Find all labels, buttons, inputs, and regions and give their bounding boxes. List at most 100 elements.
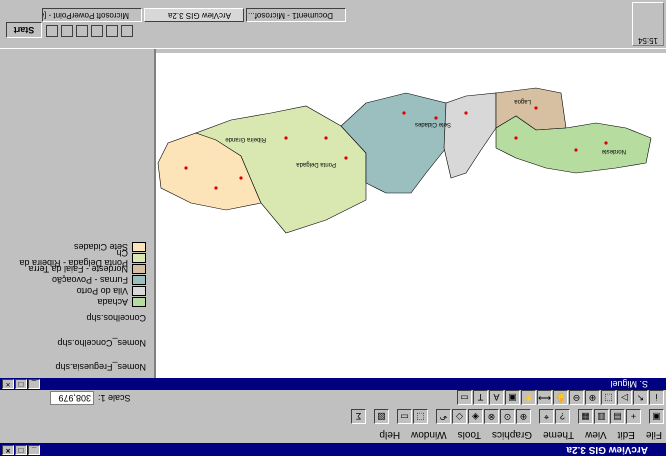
place-marker [514,136,518,140]
statistics-icon[interactable]: Σ [351,409,366,424]
theme-entry[interactable]: Concelhos.shp [6,313,146,323]
map-display[interactable]: Sete Cidades Ponta Delgada Ribeira Grand… [156,53,666,378]
task-button-word[interactable]: Document1 - Microsof... [246,8,346,22]
place-marker [239,176,243,180]
save-icon[interactable]: ▣ [649,409,664,424]
zoom-full-icon[interactable]: ⊕ [516,409,531,424]
quick-launch-icon[interactable] [61,25,73,37]
place-marker [604,141,608,145]
legend-row: Furnas - Povoação [6,275,146,286]
add-theme-icon[interactable]: + [626,409,641,424]
region-achada[interactable] [495,115,652,174]
scale-display: Scale 1: 308,979 [50,391,131,405]
quick-launch-icon[interactable] [121,25,133,37]
draw-icon[interactable]: ▭ [457,390,472,405]
legend-swatch [132,275,146,286]
legend-swatch [132,297,146,308]
zoom-out-icon[interactable]: ◇ [452,409,467,424]
map-label: Nordeste [601,148,626,154]
scale-label: Scale 1: [98,393,131,403]
start-button[interactable]: Start [6,22,42,38]
text-icon[interactable]: T [473,390,488,405]
close-button[interactable]: × [2,445,14,455]
view-title: S. Miguel [610,379,648,389]
menu-graphics[interactable]: Graphics [492,429,532,440]
place-marker [214,186,218,190]
view-title-bar: S. Miguel _ □ × [0,378,666,390]
legend-row: Vila do Porto [6,286,146,297]
menu-edit[interactable]: Edit [618,429,635,440]
app-title: ArcView GIS 3.2a [566,444,648,455]
theme-entry[interactable]: Nomes_Concelho.shp [6,338,146,348]
theme-name: Nomes_Concelho.shp [57,338,146,348]
select-features-icon[interactable]: ⬚ [413,409,428,424]
quick-launch-icon[interactable] [91,25,103,37]
region-vila-porto[interactable] [443,92,497,179]
locate-icon[interactable]: ⌖ [539,409,554,424]
quick-launch [46,25,133,37]
zoom-in-icon[interactable]: ◈ [468,409,483,424]
app-title-bar: ArcView GIS 3.2a _ □ × [0,443,666,456]
place-marker [574,148,578,152]
label-icon[interactable]: A [489,390,504,405]
pointer-icon[interactable]: ↖ [633,390,648,405]
place-marker [534,106,538,110]
maximize-button[interactable]: □ [15,445,27,455]
legend-row: Achada [6,297,146,308]
view-close-button[interactable]: × [2,379,14,389]
taskbar: 15:54 Document1 - Microsof... ArcView GI… [0,0,666,49]
place-marker [402,111,406,115]
desktop: ArcView GIS 3.2a _ □ × File Edit View Th… [0,0,666,456]
quick-launch-icon[interactable] [46,25,58,37]
theme-properties-icon[interactable]: ▤ [610,409,625,424]
zoom-in-tool-icon[interactable]: ⊕ [585,390,600,405]
view-minimize-button[interactable]: _ [28,379,40,389]
identify-icon[interactable]: i [649,390,664,405]
minimize-button[interactable]: _ [28,445,40,455]
scale-input[interactable]: 308,979 [50,391,94,405]
legend-editor-icon[interactable]: ▥ [594,409,609,424]
zoom-selected-icon[interactable]: ⊗ [484,409,499,424]
quick-launch-icon[interactable] [106,25,118,37]
query-builder-icon[interactable]: ▧ [374,409,389,424]
zoom-previous-icon[interactable]: ↶ [436,409,451,424]
clear-selection-icon[interactable]: ▭ [397,409,412,424]
task-button-arcview[interactable]: ArcView GIS 3.2a [144,8,244,22]
theme-entry[interactable]: Nomes_Freguesia.shp [6,362,146,372]
legend-swatch [132,253,146,264]
legend-swatch [132,264,146,275]
pan-icon[interactable]: ✋ [553,390,568,405]
place-marker [344,156,348,160]
place-marker [284,136,288,140]
theme-name: Nomes_Freguesia.shp [55,362,146,372]
menu-file[interactable]: File [646,429,662,440]
place-marker [434,116,438,120]
menu-help[interactable]: Help [379,429,400,440]
hotlink-icon[interactable]: ⚡ [521,390,536,405]
legend: Achada Vila do Porto Furnas - Povoação N… [6,242,146,308]
zoom-out-tool-icon[interactable]: ⊖ [569,390,584,405]
tool-bar: i ↖ ▷ ⬚ ⊕ ⊖ ✋ ⟷ ⚡ ▣ A T ▭ Scale 1: 308,9… [0,388,666,407]
table-of-contents: Nomes_Freguesia.shp Nomes_Concelho.shp C… [0,48,156,378]
legend-row: Ponta Delgada - Ribeira da Ch [6,249,146,269]
system-tray: 15:54 [632,2,664,46]
menu-tools[interactable]: Tools [458,429,481,440]
menu-view[interactable]: View [585,429,607,440]
vertex-edit-icon[interactable]: ▷ [617,390,632,405]
task-button-powerpoint[interactable]: Microsoft PowerPoint - [a... [42,8,142,22]
island-map[interactable]: Sete Cidades Ponta Delgada Ribeira Grand… [156,53,666,378]
menu-theme[interactable]: Theme [543,429,574,440]
menu-window[interactable]: Window [411,429,447,440]
task-buttons: Document1 - Microsof... ArcView GIS 3.2a… [42,8,346,22]
quick-launch-icon[interactable] [76,25,88,37]
place-marker [324,136,328,140]
place-marker [184,166,188,170]
area-of-interest-icon[interactable]: ▣ [505,390,520,405]
measure-icon[interactable]: ⟷ [537,390,552,405]
table-icon[interactable]: ▦ [578,409,593,424]
zoom-active-icon[interactable]: ⊙ [500,409,515,424]
select-feature-icon[interactable]: ⬚ [601,390,616,405]
view-maximize-button[interactable]: □ [15,379,27,389]
clock: 15:54 [637,36,659,45]
find-icon[interactable]: ? [555,409,570,424]
